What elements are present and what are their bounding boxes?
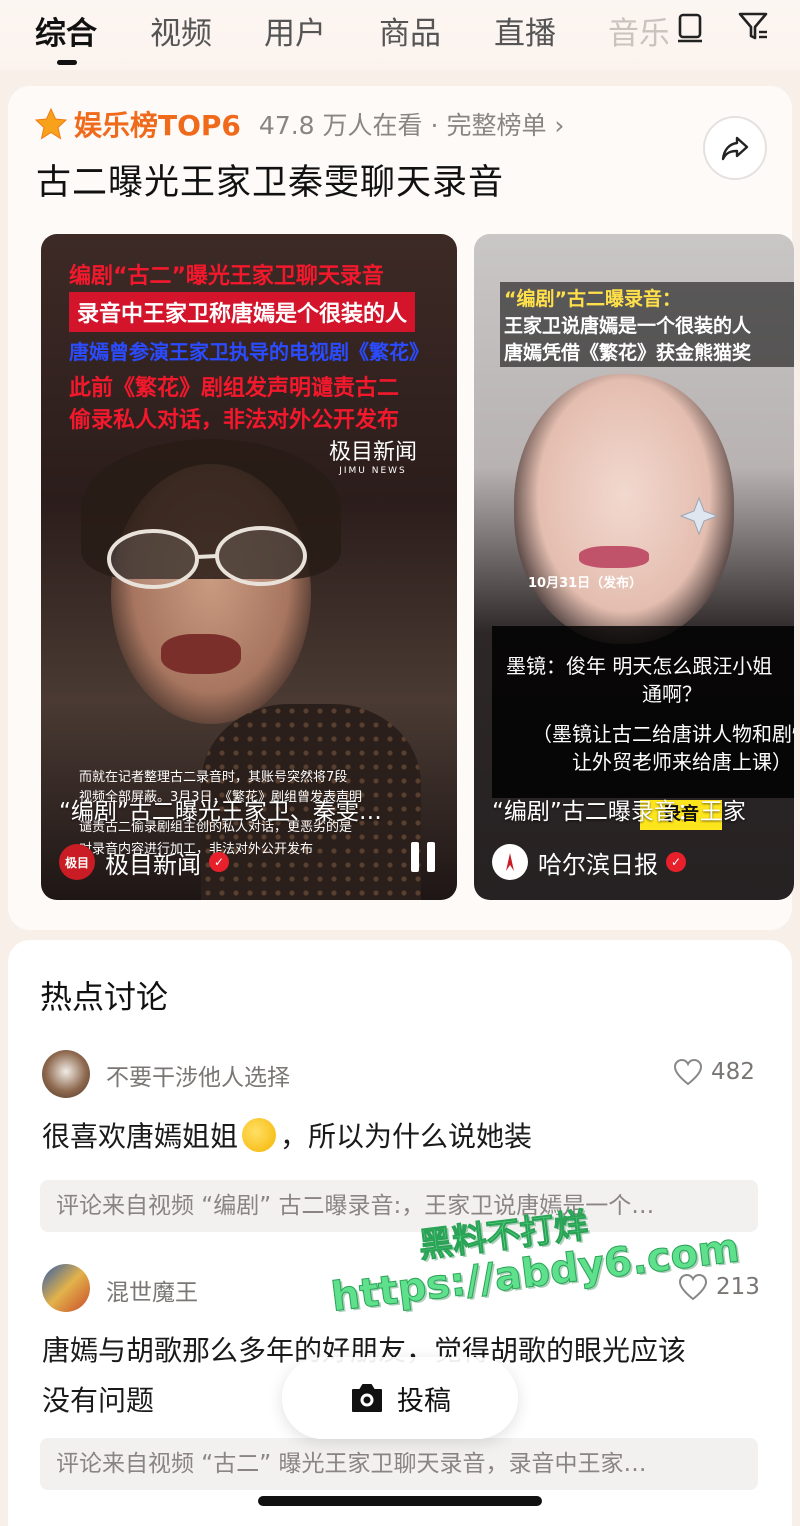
camera-icon: [352, 1384, 382, 1412]
tab-video[interactable]: 视频: [150, 8, 212, 53]
video-card-1[interactable]: 编剧“古二”曝光王家卫聊天录音 录音中王家卫称唐嫣是个很装的人 唐嫣曾参演王家卫…: [41, 234, 457, 900]
like-count: 482: [711, 1059, 755, 1085]
video2-caption-3: 唐嫣凭借《繁花》获金熊猫奖: [504, 342, 752, 364]
tab-products[interactable]: 商品: [379, 8, 441, 53]
video2-caption-box: “编剧”古二曝录音： 王家卫说唐嫣是一个很装的人 唐嫣凭借《繁花》获金熊猫奖: [500, 282, 794, 367]
comment-text: 很喜欢唐嫣姐姐 ，所以为什么说她装: [42, 1118, 533, 1153]
video2-line-2: 通啊？: [642, 682, 702, 706]
glasses-icon: [107, 526, 307, 589]
video2-caption-1: “编剧”古二曝录音：: [504, 288, 681, 310]
tab-music[interactable]: 音乐: [608, 8, 668, 53]
share-icon: [721, 136, 749, 161]
viewer-count: 47.8 万人在看: [258, 111, 423, 140]
video1-subtitle-1: 而就在记者整理古二录音时，其账号突然将7段: [79, 770, 348, 785]
video2-line-3: （墨镜让古二给唐讲人物和剧情: [532, 722, 794, 746]
discussion-title: 热点讨论: [40, 978, 169, 1016]
like-button[interactable]: 482: [673, 1058, 755, 1086]
smile-emoji-icon: [242, 1118, 277, 1152]
share-button[interactable]: [703, 116, 767, 180]
video1-caption-2: 录音中王家卫称唐嫣是个很装的人: [69, 292, 416, 332]
active-tab-indicator: [57, 60, 77, 65]
video1-mouth: [161, 634, 241, 674]
tab-users[interactable]: 用户: [264, 8, 326, 53]
hot-topic-card: 娱乐榜TOP6 47.8 万人在看 · 完整榜单 › 古二曝光王家卫秦雯聊天录音…: [8, 86, 794, 930]
video2-author[interactable]: 哈尔滨日报 ✓: [492, 844, 686, 880]
full-list-link[interactable]: · 完整榜单 ›: [431, 106, 565, 142]
avatar[interactable]: [42, 1050, 90, 1098]
rank-label: 娱乐榜TOP6: [74, 109, 241, 142]
tab-live[interactable]: 直播: [494, 8, 556, 53]
harbin-daily-avatar: [492, 844, 528, 880]
comment-username[interactable]: 不要干涉他人选择: [106, 1058, 290, 1092]
video1-author-name: 极目新闻: [105, 850, 201, 879]
comment-source-link[interactable]: 评论来自视频 “编剧” 古二曝录音:，王家卫说唐嫣是一个…: [40, 1180, 758, 1232]
jimu-news-logo: 极目新闻 JIMU NEWS: [329, 440, 418, 476]
pause-icon[interactable]: [411, 842, 437, 872]
video1-caption-1: 编剧“古二”曝光王家卫聊天录音: [69, 264, 384, 289]
video-card-2[interactable]: “编剧”古二曝录音： 王家卫说唐嫣是一个很装的人 唐嫣凭借《繁花》获金熊猫奖 1…: [474, 234, 794, 900]
post-button-label: 投稿: [397, 1385, 451, 1417]
video2-date: 10月31日（发布）: [528, 576, 643, 591]
verified-icon: ✓: [209, 852, 229, 872]
avatar[interactable]: [42, 1264, 90, 1312]
video2-dialogue-box: 墨镜：俊年 明天怎么跟汪小姐 通啊？ （墨镜让古二给唐讲人物和剧情 让外贸老师来…: [492, 626, 794, 798]
video2-lips: [579, 546, 649, 568]
star-icon: [34, 107, 68, 140]
post-button[interactable]: 投稿: [282, 1357, 518, 1439]
tab-comprehensive[interactable]: 综合: [35, 8, 97, 53]
like-button[interactable]: 213: [678, 1273, 760, 1301]
filter-icon[interactable]: [735, 8, 771, 44]
home-indicator[interactable]: [258, 1496, 542, 1506]
topic-title[interactable]: 古二曝光王家卫秦雯聊天录音: [36, 154, 504, 205]
video1-caption-5: 偷录私人对话，非法对外公开发布: [69, 408, 400, 433]
rank-row[interactable]: 娱乐榜TOP6 47.8 万人在看 · 完整榜单 ›: [34, 104, 564, 144]
video2-author-name: 哈尔滨日报: [538, 850, 658, 879]
earring-icon: [679, 496, 719, 536]
video1-author[interactable]: 极目 极目新闻 ✓: [59, 844, 229, 880]
video1-caption-3: 唐嫣曾参演王家卫执导的电视剧《繁花》: [69, 340, 429, 364]
video2-caption-2: 王家卫说唐嫣是一个很装的人: [504, 315, 752, 337]
video1-title[interactable]: “编剧”古二曝光王家卫、秦雯…: [59, 792, 382, 826]
layout-icon[interactable]: [672, 8, 708, 44]
comment-username[interactable]: 混世魔王: [106, 1273, 198, 1307]
search-tab-bar: 综合 视频 用户 商品 直播 音乐: [0, 0, 800, 70]
video2-line-4: 让外贸老师来给唐上课）: [572, 750, 792, 774]
like-count: 213: [716, 1274, 760, 1300]
jimu-avatar: 极目: [59, 844, 95, 880]
heart-icon: [673, 1058, 703, 1086]
video2-line-1: 墨镜：俊年 明天怎么跟汪小姐: [506, 654, 773, 678]
comment-source-link[interactable]: 评论来自视频 “古二” 曝光王家卫聊天录音，录音中王家…: [40, 1438, 758, 1490]
video2-title[interactable]: “编剧”古二曝录音：王家: [492, 792, 746, 826]
verified-icon: ✓: [666, 852, 686, 872]
video1-caption-4: 此前《繁花》剧组发声明谴责古二: [69, 376, 400, 401]
